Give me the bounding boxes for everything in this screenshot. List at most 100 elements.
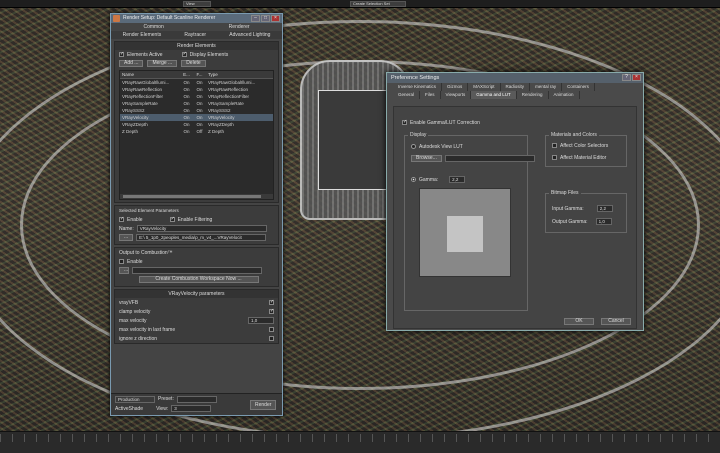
help-icon[interactable]: ?: [622, 74, 631, 81]
close-icon[interactable]: ×: [271, 15, 280, 22]
gamma-spinner[interactable]: 2,2: [449, 176, 466, 183]
preset-dropdown[interactable]: [176, 395, 217, 403]
list-item[interactable]: VRaySampleRate On On VRaySampleRate: [120, 100, 273, 107]
tab-renderer[interactable]: Renderer: [229, 23, 250, 31]
close-icon[interactable]: ×: [632, 74, 641, 81]
column-filter[interactable]: F...: [193, 71, 206, 78]
tab-inverse-kinematics[interactable]: Inverse Kinematics: [393, 83, 443, 91]
maximize-icon[interactable]: □: [261, 15, 270, 22]
vray-velocity-header[interactable]: VRayVelocity parameters: [115, 290, 278, 298]
list-item[interactable]: VRayZDepth On On VRayZDepth: [120, 121, 273, 128]
list-item[interactable]: VRaySSS2 On On VRaySSS2: [120, 107, 273, 114]
velocity-param-checkbox[interactable]: [269, 336, 274, 341]
elements-active-checkbox[interactable]: [119, 51, 124, 57]
minimize-icon[interactable]: –: [251, 15, 260, 22]
preference-tabs-row2: General Files Viewports Gamma and LUT Render…: [387, 91, 643, 99]
tab-advanced-lighting[interactable]: Advanced Lighting: [229, 31, 270, 39]
list-cell-type: VRayVelocity: [208, 115, 235, 120]
tab-common[interactable]: Common: [143, 23, 163, 31]
list-item[interactable]: VRayRawGlobalIllumi... On On VRayRawGlobalI…: [120, 79, 273, 86]
view-dropdown-footer[interactable]: 3: [171, 405, 212, 412]
view-dropdown[interactable]: View: [183, 1, 211, 7]
velocity-param-label: max velocity in last frame: [119, 326, 176, 333]
delete-button[interactable]: Delete: [181, 60, 206, 67]
list-horizontal-scrollbar[interactable]: [120, 194, 273, 199]
list-cell-e: On: [183, 101, 190, 106]
tab-viewports[interactable]: Viewports: [441, 91, 472, 99]
gamma-radio[interactable]: [411, 177, 416, 182]
tab-mental-ray[interactable]: mental ray: [530, 83, 563, 91]
browse-lut-button[interactable]: Browse...: [411, 155, 442, 162]
list-item[interactable]: VRayRawReflection On On VRayRawReflection: [120, 86, 273, 93]
velocity-param-row: ignore z direction: [115, 334, 278, 343]
column-type[interactable]: Type: [206, 71, 273, 78]
production-dropdown[interactable]: Production: [115, 395, 155, 403]
tab-raytracer[interactable]: Raytracer: [184, 31, 206, 39]
tab-maxscript[interactable]: MAXScript: [468, 83, 501, 91]
list-item[interactable]: Z Depth On Off Z Depth: [120, 128, 273, 135]
list-cell-type: VRaySSS2: [208, 108, 231, 113]
tab-gizmos[interactable]: Gizmos: [442, 83, 469, 91]
ok-button[interactable]: OK: [564, 318, 594, 325]
column-name[interactable]: Name: [120, 71, 180, 78]
output-gamma-spinner[interactable]: 1,0: [595, 218, 612, 225]
list-header: Name E... F... Type: [120, 71, 273, 79]
render-elements-header[interactable]: Render Elements: [115, 42, 278, 50]
cancel-button[interactable]: Cancel: [601, 318, 631, 325]
element-name-field[interactable]: VRayVelocity: [136, 225, 267, 232]
velocity-param-label: vrayVFB: [119, 299, 139, 306]
list-cell-e: On: [183, 94, 190, 99]
velocity-param-checkbox[interactable]: [269, 299, 274, 305]
create-combustion-button[interactable]: Create Combustion Workspace Now ...: [138, 276, 259, 283]
render-button[interactable]: Render: [250, 400, 276, 410]
add-button[interactable]: Add ...: [119, 60, 144, 67]
velocity-param-spinner[interactable]: 1,0: [248, 317, 274, 324]
gamma-label: Gamma:: [419, 176, 439, 183]
combustion-enable-checkbox[interactable]: [119, 259, 124, 264]
tab-animation[interactable]: Animation: [549, 91, 580, 99]
display-elements-checkbox[interactable]: [181, 51, 187, 57]
lut-path-field[interactable]: [444, 155, 535, 162]
preference-settings-window: Preference Settings ? × Inverse Kinemati…: [386, 72, 644, 331]
tab-gamma-and-lut[interactable]: Gamma and LUT: [471, 91, 517, 99]
affect-color-selectors-checkbox[interactable]: [552, 143, 557, 148]
render-elements-list[interactable]: Name E... F... Type VRayRawGlobalIllumi.…: [119, 70, 274, 200]
velocity-param-checkbox[interactable]: [269, 308, 274, 314]
input-gamma-spinner[interactable]: 2,2: [596, 205, 613, 212]
enable-checkbox[interactable]: [119, 216, 124, 222]
tab-radiosity[interactable]: Radiosity: [501, 83, 531, 91]
preference-titlebar[interactable]: Preference Settings ? ×: [387, 73, 643, 83]
tab-containers[interactable]: Containers: [562, 83, 595, 91]
tab-render-elements[interactable]: Render Elements: [123, 31, 162, 39]
activeshade-label[interactable]: ActiveShade: [115, 406, 143, 412]
output-path-field[interactable]: E:\ 5_1p0_2peoples_media\p_m_v4_...VRayV…: [136, 234, 267, 241]
render-setup-footer: Production Preset: ActiveShade View: 3 R…: [111, 393, 282, 415]
affect-material-editor-checkbox[interactable]: [552, 155, 557, 160]
tab-rendering[interactable]: Rendering: [517, 91, 549, 99]
combustion-browse-button[interactable]: ...: [119, 267, 129, 274]
autodesk-lut-label: Autodesk View LUT: [419, 143, 463, 150]
autodesk-lut-radio[interactable]: [411, 144, 416, 149]
velocity-param-row: clamp velocity: [115, 307, 278, 316]
tab-files[interactable]: Files: [420, 91, 441, 99]
render-setup-titlebar[interactable]: Render Setup: Default Scanline Renderer …: [111, 14, 282, 23]
tab-general[interactable]: General: [393, 91, 421, 99]
list-cell-e: On: [183, 80, 190, 85]
selected-element-parameters: Selected Element Parameters Enable Enabl…: [114, 205, 279, 245]
column-enabled[interactable]: E...: [180, 71, 193, 78]
list-item[interactable]: VRayVelocity On On VRayVelocity: [120, 114, 273, 121]
browse-path-button[interactable]: ...: [119, 234, 134, 241]
list-cell-name: Z Depth: [122, 129, 139, 134]
timeline-bar[interactable]: [0, 431, 720, 453]
velocity-param-checkbox[interactable]: [269, 327, 274, 332]
combustion-path-field[interactable]: [132, 267, 262, 274]
list-item[interactable]: VRayReflectionFilter On On VRayReflectionFi…: [120, 93, 273, 100]
selection-set-dropdown[interactable]: Create Selection Set: [350, 1, 406, 7]
timeline-ruler[interactable]: [0, 434, 720, 442]
input-gamma-label: Input Gamma:: [552, 205, 584, 212]
enable-gamma-checkbox[interactable]: [402, 119, 407, 125]
combustion-header: Output to Combustion™: [119, 249, 173, 256]
enable-filtering-checkbox[interactable]: [169, 216, 175, 222]
merge-button[interactable]: Merge ...: [147, 60, 178, 67]
velocity-param-label: clamp velocity: [119, 308, 151, 315]
